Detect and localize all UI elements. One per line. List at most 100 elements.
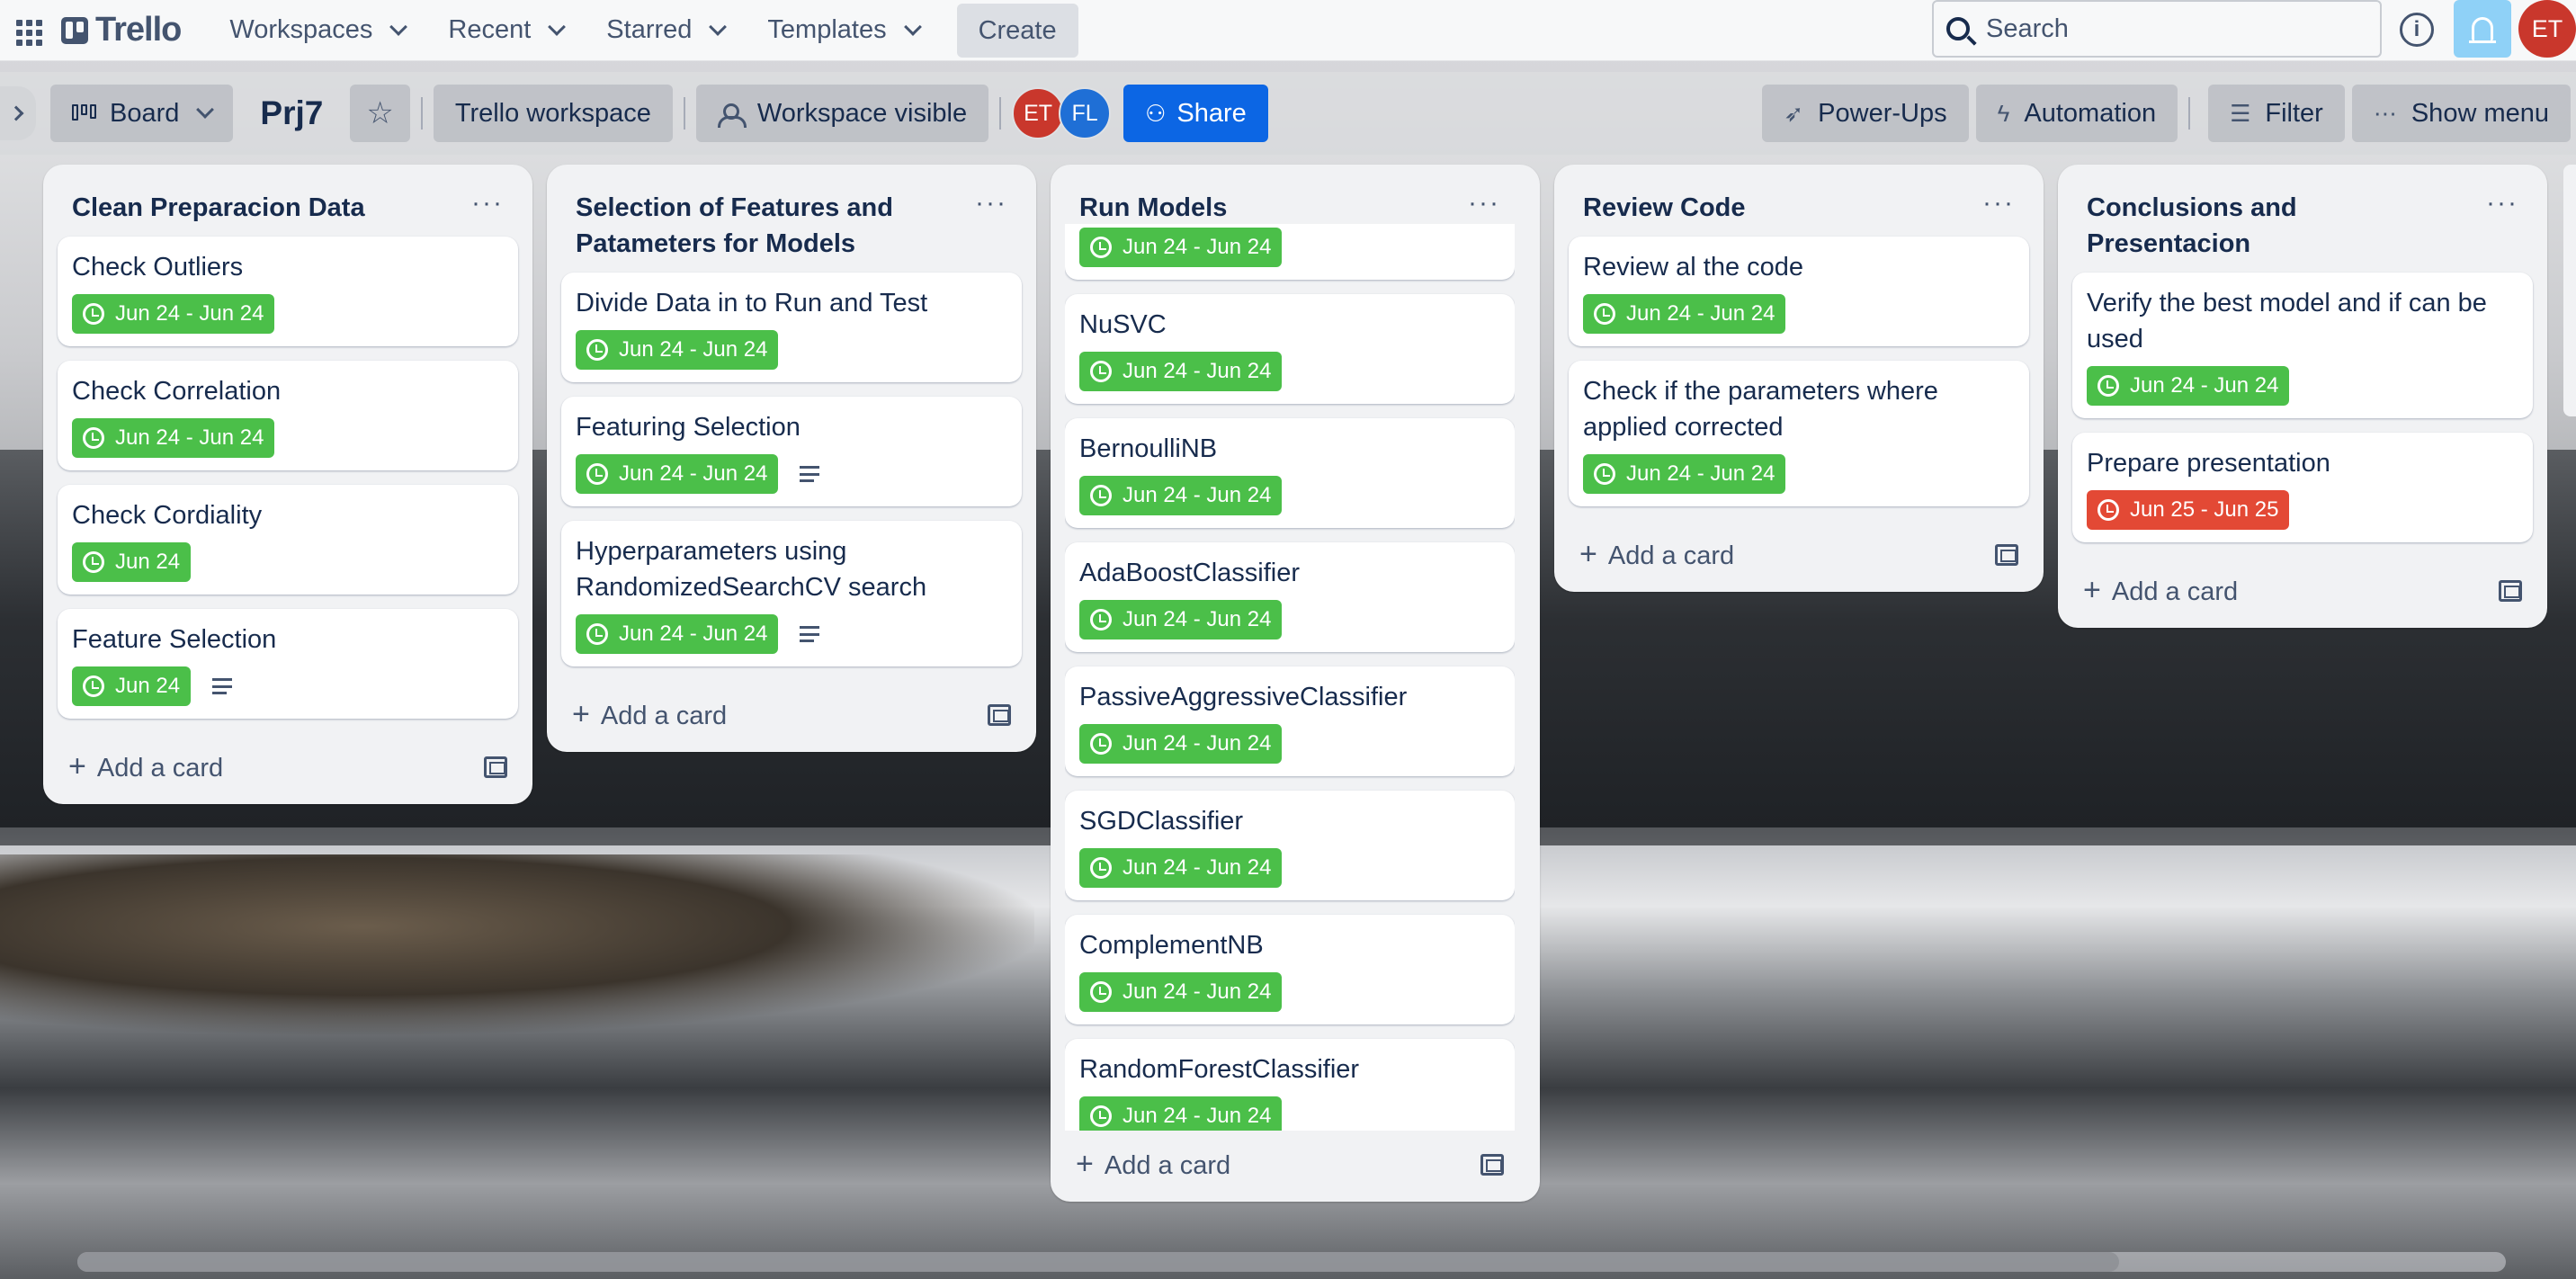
card[interactable]: Check Correlation Jun 24 - Jun 24 (58, 361, 518, 470)
due-date-badge[interactable]: Jun 24 - Jun 24 (1079, 848, 1283, 888)
due-date-badge[interactable]: Jun 24 (72, 666, 192, 706)
workspace-button[interactable]: Trello workspace (433, 85, 673, 142)
list-title[interactable]: Clean Preparacion Data (72, 190, 365, 226)
add-card-button[interactable]: + Add a card (1076, 1147, 1230, 1182)
card[interactable]: ComplementNB Jun 24 - Jun 24 (1065, 915, 1515, 1024)
card-title: AdaBoostClassifier (1079, 559, 1300, 587)
card[interactable]: Prepare presentation Jun 25 - Jun 25 (2072, 433, 2533, 542)
card[interactable]: BernoulliNB Jun 24 - Jun 24 (1065, 418, 1515, 528)
account-avatar[interactable]: ET (2518, 0, 2576, 58)
list-title[interactable]: Conclusions and Presentacion (2087, 190, 2464, 262)
card[interactable]: Verify the best model and if can be used… (2072, 273, 2533, 418)
card-title: Check Correlation (72, 377, 282, 406)
search-icon (1946, 17, 1970, 40)
list-actions-icon[interactable]: ··· (471, 190, 504, 217)
due-date-badge[interactable]: Jun 24 - Jun 24 (1079, 724, 1283, 764)
card[interactable]: RandomForestClassifier Jun 24 - Jun 24 (1065, 1039, 1515, 1131)
card[interactable]: Jun 24 - Jun 24 (1065, 224, 1515, 280)
notifications-button[interactable] (2454, 0, 2511, 58)
info-icon[interactable]: i (2400, 13, 2434, 47)
expand-sidebar-button[interactable] (0, 86, 36, 140)
card[interactable]: NuSVC Jun 24 - Jun 24 (1065, 294, 1515, 404)
card-title: Feature Selection (72, 625, 277, 654)
automation-button[interactable]: ϟ Automation (1975, 85, 2178, 142)
due-date-badge[interactable]: Jun 24 - Jun 24 (576, 454, 779, 494)
list-actions-icon[interactable]: ··· (975, 190, 1007, 217)
card[interactable]: Feature Selection Jun 24 (58, 609, 518, 719)
card-title: PassiveAggressiveClassifier (1079, 683, 1408, 711)
due-date-badge[interactable]: Jun 24 - Jun 24 (2087, 366, 2290, 406)
card-title: ComplementNB (1079, 931, 1264, 960)
card[interactable]: SGDClassifier Jun 24 - Jun 24 (1065, 791, 1515, 900)
list-actions-icon[interactable]: ··· (2486, 190, 2518, 217)
create-button[interactable]: Create (956, 3, 1078, 58)
card[interactable]: PassiveAggressiveClassifier Jun 24 - Jun … (1065, 666, 1515, 776)
overdue-date-badge[interactable]: Jun 25 - Jun 25 (2087, 490, 2290, 530)
star-icon: ☆ (366, 96, 394, 130)
list-cards-scroll[interactable]: Jun 24 - Jun 24 NuSVC Jun 24 - Jun 24 Ber… (1065, 224, 1515, 1131)
due-date-badge[interactable]: Jun 24 - Jun 24 (576, 614, 779, 654)
board-horizontal-scrollbar[interactable] (77, 1252, 2506, 1272)
card[interactable]: AdaBoostClassifier Jun 24 - Jun 24 (1065, 542, 1515, 652)
trello-logo[interactable]: Trello (61, 11, 182, 49)
board-title[interactable]: Prj7 (260, 94, 323, 132)
clock-icon (1090, 981, 1112, 1003)
card[interactable]: Check Outliers Jun 24 - Jun 24 (58, 237, 518, 346)
due-date-badge[interactable]: Jun 24 - Jun 24 (72, 418, 275, 458)
menu-templates[interactable]: Templates (746, 4, 940, 58)
scrollbar-thumb[interactable] (77, 1252, 2119, 1272)
due-date-badge[interactable]: Jun 24 - Jun 24 (72, 294, 275, 334)
board-view-switcher[interactable]: Board (50, 85, 234, 142)
list-title[interactable]: Selection of Features and Patameters for… (576, 190, 953, 262)
list-actions-icon[interactable]: ··· (1468, 190, 1500, 217)
due-date-badge[interactable]: Jun 24 - Jun 24 (1079, 228, 1283, 267)
menu-recent[interactable]: Recent (426, 4, 585, 58)
card[interactable]: Featuring Selection Jun 24 - Jun 24 (561, 397, 1022, 506)
add-card-button[interactable]: + Add a card (68, 749, 223, 784)
filter-button[interactable]: ☰ Filter (2208, 85, 2345, 142)
member-avatar[interactable]: FL (1059, 87, 1112, 139)
card-template-icon[interactable] (1480, 1153, 1504, 1176)
chevron-down-icon (709, 17, 728, 36)
chevron-down-icon (196, 101, 215, 119)
visibility-button[interactable]: Workspace visible (695, 85, 989, 142)
due-date-badge[interactable]: Jun 24 - Jun 24 (1079, 600, 1283, 640)
card[interactable]: Divide Data in to Run and Test Jun 24 - J… (561, 273, 1022, 382)
due-date-badge[interactable]: Jun 24 (72, 542, 192, 582)
clock-icon (2097, 375, 2119, 397)
due-date-badge[interactable]: Jun 24 - Jun 24 (1079, 1096, 1283, 1131)
menu-workspaces[interactable]: Workspaces (208, 4, 426, 58)
star-board-button[interactable]: ☆ (350, 85, 410, 142)
card[interactable]: Hyperparameters using RandomizedSearchCV… (561, 521, 1022, 666)
power-ups-button[interactable]: ➶ Power-Ups (1762, 85, 1969, 142)
clock-icon (1594, 463, 1615, 485)
list-title[interactable]: Review Code (1583, 190, 1746, 226)
add-card-button[interactable]: + Add a card (1579, 537, 1734, 572)
due-date-badge[interactable]: Jun 24 - Jun 24 (1583, 454, 1786, 494)
due-date-badge[interactable]: Jun 24 - Jun 24 (1079, 972, 1283, 1012)
card-template-icon[interactable] (2499, 579, 2522, 602)
due-date-badge[interactable]: Jun 24 - Jun 24 (1079, 476, 1283, 515)
list-actions-icon[interactable]: ··· (1982, 190, 2015, 217)
add-card-button[interactable]: + Add a card (572, 697, 727, 732)
list-title[interactable]: Run Models (1079, 190, 1227, 226)
card[interactable]: Check Cordiality Jun 24 (58, 485, 518, 595)
add-card-button[interactable]: + Add a card (2083, 573, 2238, 608)
chevron-down-icon (548, 17, 567, 36)
search-input[interactable]: Search (1932, 0, 2382, 58)
due-date-badge[interactable]: Jun 24 - Jun 24 (1079, 352, 1283, 391)
due-date-badge[interactable]: Jun 24 - Jun 24 (576, 330, 779, 370)
menu-starred[interactable]: Starred (585, 4, 746, 58)
card-template-icon[interactable] (484, 756, 507, 778)
due-date-badge[interactable]: Jun 24 - Jun 24 (1583, 294, 1786, 334)
app-switcher-icon[interactable] (13, 16, 42, 46)
card-template-icon[interactable] (988, 703, 1011, 726)
member-avatar[interactable]: ET (1012, 87, 1065, 139)
show-menu-button[interactable]: ⋯ Show menu (2351, 85, 2571, 142)
card[interactable]: Review al the code Jun 24 - Jun 24 (1569, 237, 2029, 346)
card[interactable]: Check if the parameters where applied co… (1569, 361, 2029, 506)
card-template-icon[interactable] (1995, 543, 2018, 566)
clock-icon (1090, 733, 1112, 755)
share-button[interactable]: ⚇ Share (1123, 85, 1268, 142)
list-run-models: Run Models ··· Jun 24 - Jun 24 NuSVC Jun 2… (1051, 165, 1540, 1202)
